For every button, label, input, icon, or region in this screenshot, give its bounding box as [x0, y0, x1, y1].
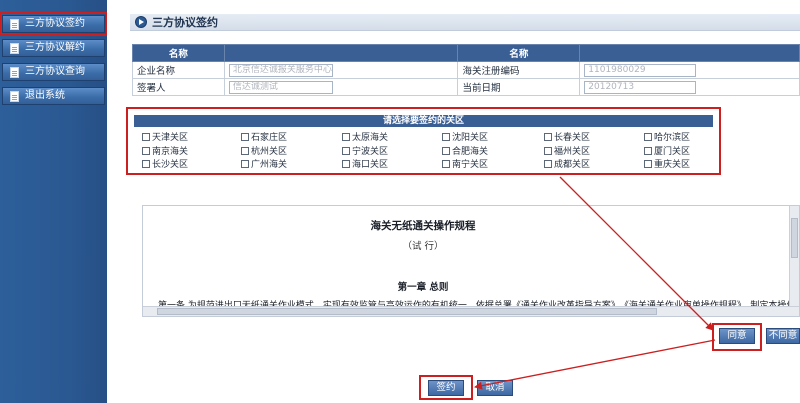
document-chapter-heading: 第一章 总则: [397, 282, 449, 293]
customs-option[interactable]: 宁波关区: [342, 147, 388, 158]
enterprise-name-label: 企业名称: [132, 61, 225, 79]
customs-option-label: 天津关区: [152, 133, 189, 143]
checkbox[interactable]: [544, 133, 552, 141]
sidebar-item-sign-agreement[interactable]: 三方协议签约: [0, 12, 108, 36]
customs-option-label: 杭州关区: [251, 147, 288, 157]
customs-option[interactable]: 重庆关区: [644, 160, 690, 171]
scrollbar-thumb[interactable]: [157, 308, 657, 315]
checkbox[interactable]: [241, 147, 249, 155]
document-vertical-scrollbar[interactable]: [789, 206, 799, 307]
customs-option[interactable]: 厦门关区: [644, 147, 690, 158]
customs-code-label: 海关注册编码: [457, 61, 581, 79]
current-date-field[interactable]: 20120713: [584, 80, 697, 94]
sidebar-item-query-agreement[interactable]: 三方协议查询: [2, 63, 105, 81]
signer-label: 签署人: [132, 78, 225, 96]
customs-option[interactable]: 长春关区: [544, 133, 590, 144]
checkbox[interactable]: [142, 160, 150, 168]
enterprise-name-field[interactable]: 北京信达诚报关服务中心: [228, 63, 333, 77]
checkbox[interactable]: [342, 147, 350, 155]
customs-option-label: 海口关区: [352, 160, 389, 170]
customs-option[interactable]: 广州海关: [241, 160, 287, 171]
current-date-label: 当前日期: [457, 78, 581, 96]
customs-option[interactable]: 合肥海关: [442, 147, 488, 158]
customs-option-label: 哈尔滨区: [654, 133, 691, 143]
checkbox[interactable]: [544, 147, 552, 155]
customs-option-label: 成都关区: [554, 160, 591, 170]
customs-option[interactable]: 福州关区: [544, 147, 590, 158]
document-icon: [10, 91, 19, 102]
checkbox[interactable]: [544, 160, 552, 168]
customs-option-label: 南宁关区: [452, 160, 489, 170]
column-header-name: 名称: [457, 44, 581, 62]
checkbox[interactable]: [442, 133, 450, 141]
page-title: 三方协议签约: [152, 16, 218, 29]
customs-option[interactable]: 天津关区: [142, 133, 188, 144]
checkbox[interactable]: [241, 160, 249, 168]
customs-selection-header: 请选择要签约的关区: [134, 115, 713, 127]
document-title: 海关无纸通关操作规程: [370, 220, 476, 232]
agree-button[interactable]: 同意: [719, 328, 755, 344]
checkbox[interactable]: [342, 160, 350, 168]
document-horizontal-scrollbar[interactable]: [143, 306, 799, 316]
checkbox[interactable]: [644, 147, 652, 155]
customs-code-field[interactable]: 1101980029: [584, 63, 697, 77]
cancel-button[interactable]: 取消: [477, 380, 513, 396]
page-title-bar: 三方协议签约: [130, 14, 800, 31]
customs-option-label: 福州关区: [554, 147, 591, 157]
sidebar-item-terminate-agreement[interactable]: 三方协议解约: [2, 39, 105, 57]
customs-option[interactable]: 长沙关区: [142, 160, 188, 171]
document-subtitle: （试 行）: [402, 241, 444, 252]
checkbox[interactable]: [241, 133, 249, 141]
customs-selection-panel: 请选择要签约的关区 天津关区 石家庄区 太原海关 沈阳关区 长春关区 哈尔滨区南京海关 杭州…: [126, 107, 721, 175]
customs-option-label: 长沙关区: [152, 160, 189, 170]
column-header-name: 名称: [132, 44, 225, 62]
checkbox[interactable]: [142, 147, 150, 155]
arrow-right-circle-icon: [135, 16, 147, 28]
checkbox[interactable]: [644, 133, 652, 141]
customs-option-label: 长春关区: [554, 133, 591, 143]
signer-field[interactable]: 信达诚测试: [228, 80, 333, 94]
enterprise-info-table: 名称 名称 企业名称 北京信达诚报关服务中心 海关注册编码 1101980029…: [132, 44, 800, 96]
checkbox[interactable]: [644, 160, 652, 168]
customs-option-label: 沈阳关区: [452, 133, 489, 143]
customs-option-label: 广州海关: [251, 160, 288, 170]
customs-option[interactable]: 成都关区: [544, 160, 590, 171]
customs-option-label: 重庆关区: [654, 160, 691, 170]
checkbox[interactable]: [442, 147, 450, 155]
sidebar-item-label: 三方协议解约: [25, 42, 85, 53]
sidebar-item-logout[interactable]: 退出系统: [2, 87, 105, 105]
customs-option-label: 太原海关: [352, 133, 389, 143]
customs-option[interactable]: 海口关区: [342, 160, 388, 171]
disagree-button[interactable]: 不同意: [766, 328, 800, 344]
scrollbar-thumb[interactable]: [791, 218, 798, 258]
checkbox[interactable]: [442, 160, 450, 168]
customs-option[interactable]: 南宁关区: [442, 160, 488, 171]
customs-option[interactable]: 南京海关: [142, 147, 188, 158]
customs-option-label: 石家庄区: [251, 133, 288, 143]
customs-option[interactable]: 杭州关区: [241, 147, 287, 158]
customs-option[interactable]: 石家庄区: [241, 133, 287, 144]
procedure-document[interactable]: 海关无纸通关操作规程 （试 行） 第一章 总则 第一条 为规范进出口无纸通关作业…: [142, 205, 800, 317]
customs-option-label: 合肥海关: [452, 147, 489, 157]
sidebar-item-label: 三方协议签约: [25, 18, 85, 29]
customs-option[interactable]: 太原海关: [342, 133, 388, 144]
customs-option-label: 宁波关区: [352, 147, 389, 157]
customs-option-label: 南京海关: [152, 147, 189, 157]
customs-option-label: 厦门关区: [654, 147, 691, 157]
customs-option[interactable]: 哈尔滨区: [644, 133, 690, 144]
checkbox[interactable]: [142, 133, 150, 141]
customs-option[interactable]: 沈阳关区: [442, 133, 488, 144]
app-window: 三方协议签约 三方协议解约 三方协议查询 退出系统 三方协议签约 名称 名称 企…: [0, 0, 800, 403]
sidebar: 三方协议签约 三方协议解约 三方协议查询 退出系统: [0, 0, 108, 403]
sign-button[interactable]: 签约: [428, 380, 464, 396]
sidebar-item-label: 三方协议查询: [25, 66, 85, 77]
sidebar-item-label: 退出系统: [25, 90, 65, 101]
document-icon: [10, 43, 19, 54]
checkbox[interactable]: [342, 133, 350, 141]
document-icon: [10, 67, 19, 78]
document-icon: [10, 19, 19, 30]
